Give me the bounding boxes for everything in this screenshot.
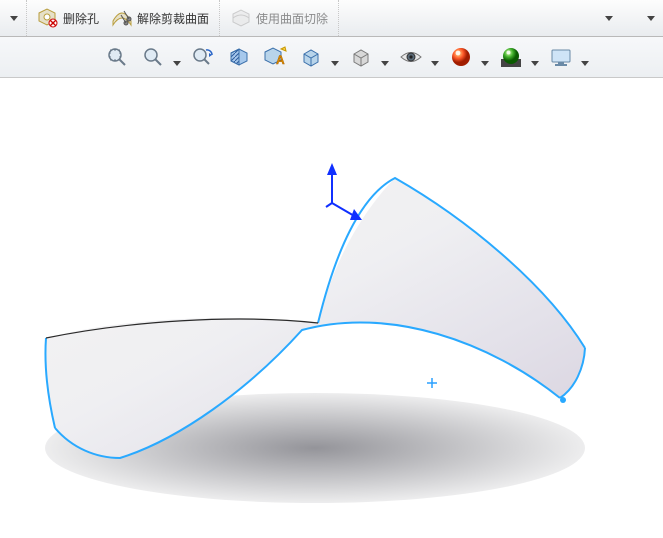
ribbon-dropdown-right-1[interactable] xyxy=(601,4,617,32)
edit-appearance-dropdown[interactable] xyxy=(480,42,490,72)
origin-triad xyxy=(326,163,362,220)
apply-scene-button[interactable] xyxy=(494,42,528,72)
section-view-button[interactable] xyxy=(222,42,256,72)
ribbon-group-edit: 删除孔 解除剪裁曲面 xyxy=(27,0,220,36)
delete-hole-button[interactable]: 删除孔 xyxy=(31,4,105,32)
zoom-to-area-button[interactable] xyxy=(136,42,170,72)
dynamic-annotation-views-button[interactable]: A xyxy=(258,42,292,72)
edit-appearance-button[interactable] xyxy=(444,42,478,72)
apply-scene-dropdown[interactable] xyxy=(530,42,540,72)
hide-show-items-button[interactable] xyxy=(394,42,428,72)
untrim-surface-label: 解除剪裁曲面 xyxy=(137,10,209,27)
view-orientation-button[interactable] xyxy=(294,42,328,72)
untrim-surface-button[interactable]: 解除剪裁曲面 xyxy=(105,4,215,32)
ribbon-group-left xyxy=(2,0,27,36)
ribbon-dropdown-left[interactable] xyxy=(6,4,22,32)
cut-with-surface-button: 使用曲面切除 xyxy=(224,4,334,32)
svg-text:A: A xyxy=(276,53,285,67)
ribbon-group-cut: 使用曲面切除 xyxy=(220,0,339,36)
view-orientation-dropdown[interactable] xyxy=(330,42,340,72)
ribbon-group-overflow xyxy=(597,0,663,36)
delete-hole-label: 删除孔 xyxy=(63,10,99,27)
delete-hole-icon xyxy=(37,7,59,29)
view-center-marker xyxy=(427,378,437,388)
view-toolbar: A xyxy=(0,37,663,78)
display-style-dropdown[interactable] xyxy=(380,42,390,72)
cut-with-surface-icon xyxy=(230,7,252,29)
command-ribbon: 删除孔 解除剪裁曲面 使用曲面切除 xyxy=(0,0,663,37)
cut-with-surface-label: 使用曲面切除 xyxy=(256,10,328,27)
hide-show-dropdown[interactable] xyxy=(430,42,440,72)
zoom-to-fit-button[interactable] xyxy=(100,42,134,72)
view-settings-dropdown[interactable] xyxy=(580,42,590,72)
view-settings-button[interactable] xyxy=(544,42,578,72)
graphics-viewport[interactable] xyxy=(0,78,663,538)
zoom-dropdown[interactable] xyxy=(172,42,182,72)
ribbon-dropdown-right-2[interactable] xyxy=(643,4,659,32)
model-canvas xyxy=(0,78,663,538)
display-style-button[interactable] xyxy=(344,42,378,72)
edge-endpoint xyxy=(560,397,566,403)
previous-view-button[interactable] xyxy=(186,42,220,72)
untrim-surface-icon xyxy=(111,7,133,29)
